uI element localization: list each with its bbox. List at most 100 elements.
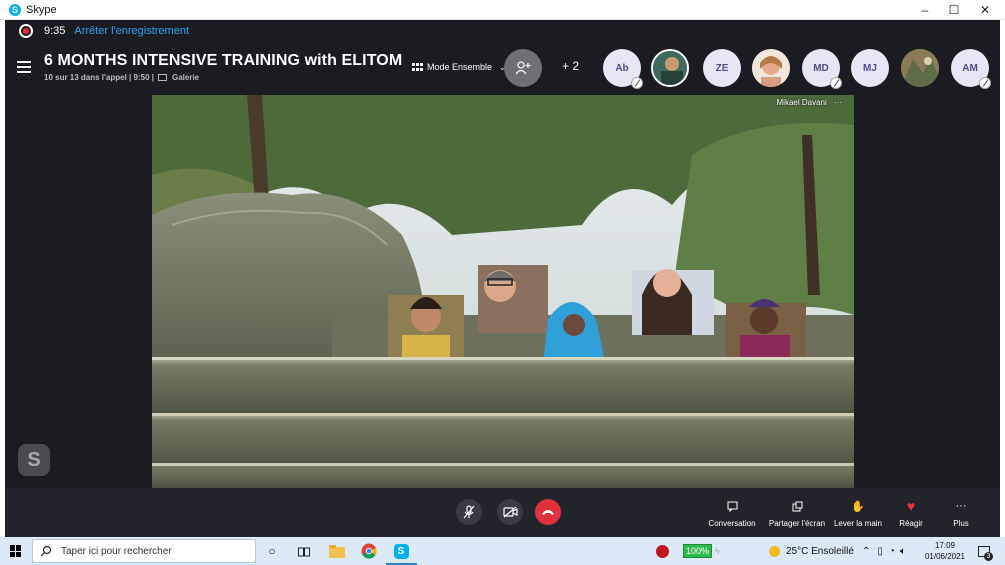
window-titlebar: S Skype – ☐ ✕ (0, 0, 1005, 20)
avatar-initials: AM (962, 62, 978, 74)
gallery-label[interactable]: Galerie (172, 73, 199, 82)
participant-video (726, 299, 806, 361)
call-controls: Conversation Partager l'écran ✋ Lever la… (5, 488, 1000, 537)
hang-up-icon (542, 510, 554, 515)
participant-video (388, 295, 464, 357)
video-button[interactable] (497, 499, 523, 525)
chat-icon (727, 498, 738, 514)
participant-avatar[interactable]: AM (951, 49, 991, 89)
tray-app-icon[interactable] (656, 537, 669, 565)
system-tray-icons[interactable]: ⌃ ▯ ◔ 🔈︎ (862, 537, 906, 565)
call-header: 6 MONTHS INTENSIVE TRAINING with ELITOM … (5, 42, 1000, 94)
windows-taskbar: Taper ici pour rechercher ○ S 100% ϟ 25°… (0, 537, 1005, 565)
device-icon: ▯ (877, 545, 883, 557)
call-info: 10 sur 13 dans l'appel | 9:50 | (44, 73, 154, 82)
wifi-icon: ◔ (888, 545, 895, 557)
gallery-icon (157, 74, 167, 81)
react-button[interactable]: ♥ Réagir (891, 498, 931, 534)
conversation-label: Conversation (708, 519, 756, 528)
window-title: Skype (26, 3, 57, 16)
speaker-name: Mikael Davani ··· (777, 98, 842, 107)
participant-video (632, 269, 714, 335)
more-button[interactable]: ··· Plus (945, 498, 977, 534)
heart-icon: ♥ (906, 498, 916, 514)
muted-mic-icon (979, 77, 991, 89)
mute-button[interactable] (456, 499, 482, 525)
participant-avatar[interactable]: ZE (703, 49, 741, 87)
avatar-initials: MJ (863, 62, 877, 74)
call-subtitle: 10 sur 13 dans l'appel | 9:50 | Galerie (44, 73, 199, 82)
clock-date: 01/06/2021 (924, 552, 966, 561)
recording-bar: 9:35 Arrêter l'enregistrement (5, 20, 1000, 42)
stop-recording-link[interactable]: Arrêter l'enregistrement (74, 25, 189, 37)
notification-icon: 3 (978, 545, 993, 561)
notification-count: 3 (984, 551, 993, 561)
raise-hand-button[interactable]: ✋ Lever la main (833, 498, 883, 534)
taskbar-clock[interactable]: 17:09 01/06/2021 (921, 540, 969, 562)
participant-photo (653, 51, 687, 85)
participant-video (478, 265, 548, 333)
add-participant-button[interactable] (504, 49, 542, 87)
more-options-icon[interactable]: ··· (834, 98, 842, 107)
sun-icon (769, 545, 780, 557)
muted-mic-icon (631, 77, 643, 89)
hang-up-button[interactable] (535, 499, 561, 525)
share-screen-icon (792, 498, 803, 514)
file-explorer-icon[interactable] (327, 541, 347, 561)
participant-avatar[interactable] (901, 49, 939, 87)
windows-start-icon[interactable] (10, 545, 22, 557)
more-icon: ··· (955, 500, 967, 512)
cortana-icon[interactable]: ○ (262, 541, 282, 561)
together-mode-stage: Mikael Davani ··· (152, 95, 854, 488)
skype-taskbar-icon[interactable]: S (391, 541, 411, 561)
skype-logo-icon: S (9, 3, 21, 16)
participant-photo (752, 49, 790, 87)
close-button[interactable]: ✕ (969, 0, 1001, 20)
recording-icon (19, 24, 33, 38)
chevron-up-icon: ⌃ (862, 545, 871, 557)
avatar-initials: Ab (615, 62, 629, 74)
share-screen-button[interactable]: Partager l'écran (767, 498, 827, 534)
battery-indicator[interactable]: 100% ϟ (683, 537, 720, 565)
clock-time: 17:09 (934, 541, 956, 550)
skype-watermark-icon: S (18, 444, 50, 476)
menu-icon[interactable] (17, 61, 31, 76)
taskbar-search-box[interactable]: Taper ici pour rechercher (32, 539, 256, 563)
mode-label: Mode Ensemble (427, 62, 493, 72)
task-view-icon[interactable] (294, 541, 314, 561)
search-placeholder: Taper ici pour rechercher (61, 545, 172, 557)
charging-icon: ϟ (715, 546, 720, 556)
recording-time: 9:35 (44, 25, 66, 37)
muted-mic-icon (830, 77, 842, 89)
call-window: 9:35 Arrêter l'enregistrement 6 MONTHS I… (5, 20, 1000, 537)
speaker-name-text: Mikael Davani (776, 98, 827, 107)
weather-widget[interactable]: 25°C Ensoleillé (769, 537, 854, 565)
together-mode-icon (412, 62, 423, 71)
participant-photo (901, 49, 939, 87)
minimize-button[interactable]: – (909, 0, 941, 20)
participant-avatar[interactable] (752, 49, 790, 87)
amphitheater-scene (152, 95, 854, 488)
maximize-button[interactable]: ☐ (938, 0, 970, 20)
hand-icon: ✋ (851, 500, 865, 513)
react-label: Réagir (899, 519, 923, 528)
volume-icon: 🔈︎ (899, 545, 906, 557)
mode-selector[interactable]: Mode Ensemble ⌄ (412, 62, 506, 72)
call-title: 6 MONTHS INTENSIVE TRAINING with ELITOM (44, 52, 403, 69)
avatar-initials: ZE (715, 62, 729, 74)
conversation-button[interactable]: Conversation (707, 498, 757, 534)
share-screen-label: Partager l'écran (768, 519, 826, 528)
raise-hand-label: Lever la main (833, 519, 883, 528)
participant-avatar[interactable]: MJ (851, 49, 889, 87)
video-off-icon (502, 506, 518, 518)
extra-participants-count[interactable]: + 2 (562, 59, 579, 73)
participant-avatar[interactable]: MD (802, 49, 842, 89)
weather-label: 25°C Ensoleillé (786, 545, 854, 557)
participant-avatar-selected[interactable] (651, 49, 689, 87)
participant-avatar[interactable]: Ab (603, 49, 643, 89)
search-icon (40, 545, 52, 557)
notification-button[interactable]: 3 (978, 537, 993, 565)
more-label: Plus (953, 519, 969, 528)
add-person-icon (515, 61, 531, 75)
chrome-icon[interactable] (359, 541, 379, 561)
